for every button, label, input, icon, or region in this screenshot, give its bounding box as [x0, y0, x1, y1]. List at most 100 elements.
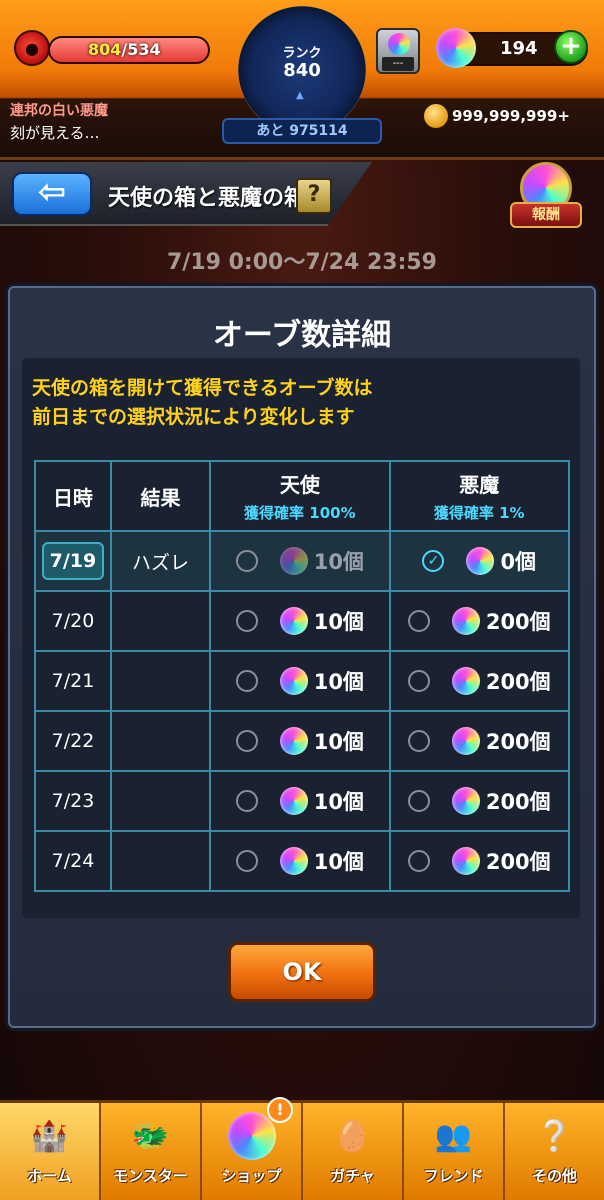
table-row: 7/20 10個 200個: [34, 590, 570, 652]
header-angel: 天使獲得確率 100%: [209, 460, 391, 532]
notice-line-2: 前日までの選択状況により変化します: [32, 406, 355, 428]
radio-unchecked-icon[interactable]: [407, 610, 430, 632]
lock-label: ---: [382, 57, 414, 71]
radio-checked-icon[interactable]: ✓: [422, 550, 445, 572]
angel-amount: 10個: [313, 850, 364, 874]
coin-count: 999,999,999+: [452, 107, 570, 125]
angel-option[interactable]: 10個: [209, 830, 391, 892]
orb-count: 194: [500, 38, 538, 59]
stamina-text: 804/534: [88, 40, 161, 59]
row-result: [109, 770, 212, 832]
devil-option[interactable]: 200個: [388, 650, 570, 712]
stamina-icon: ●: [14, 30, 50, 66]
exp-to-next-rank: あと 975114: [222, 118, 382, 144]
angel-option[interactable]: 10個: [209, 530, 391, 592]
nav-monster-label: モンスター: [113, 1167, 188, 1185]
devil-amount: 200個: [485, 730, 551, 754]
orb-icon: [451, 667, 480, 695]
angel-amount: 10個: [313, 670, 364, 694]
angel-amount: 10個: [313, 730, 364, 754]
orb-icon: [451, 607, 480, 635]
nav-gacha[interactable]: 🥚 ガチャ: [303, 1103, 404, 1200]
row-result: [109, 830, 212, 892]
nav-other[interactable]: ❔ その他: [505, 1103, 604, 1200]
angel-option[interactable]: 10個: [209, 770, 391, 832]
nav-monster[interactable]: 🐲 モンスター: [101, 1103, 202, 1200]
angel-option[interactable]: 10個: [209, 650, 391, 712]
user-name: 連邦の白い悪魔: [10, 103, 108, 119]
table-row: 7/23 10個 200個: [34, 770, 570, 832]
orb-icon: [451, 847, 480, 875]
row-date: 7/20: [34, 590, 112, 652]
nav-shop-label: ショップ: [221, 1167, 282, 1185]
radio-unchecked-icon[interactable]: [235, 850, 258, 872]
devil-option[interactable]: 200個: [388, 710, 570, 772]
devil-amount: 200個: [485, 670, 551, 694]
devil-label: 悪魔: [459, 473, 500, 497]
notice-line-1: 天使の箱を開けて獲得できるオーブ数は: [32, 377, 373, 399]
devil-option[interactable]: ✓ 0個: [388, 530, 570, 592]
nav-shop[interactable]: ! ショップ: [202, 1097, 303, 1200]
row-date: 7/22: [34, 710, 112, 772]
dialog-title: オーブ数詳細: [212, 318, 392, 353]
reward-button[interactable]: 報酬: [510, 202, 582, 228]
radio-unchecked-icon[interactable]: [407, 730, 430, 752]
nav-friend-label: フレンド: [423, 1167, 484, 1185]
devil-rate: 獲得確率 1%: [433, 504, 525, 522]
coin-icon: [424, 104, 448, 128]
table-row: 7/24 10個 200個: [34, 830, 570, 892]
table-row: 7/21 10個 200個: [34, 650, 570, 712]
rank-label: ランク: [282, 46, 322, 61]
row-date: 7/24: [34, 830, 112, 892]
angel-amount: 10個: [313, 610, 364, 634]
ok-button[interactable]: OK: [228, 942, 376, 1002]
angel-option[interactable]: 10個: [209, 710, 391, 772]
nav-home[interactable]: 🏰 ホーム: [0, 1103, 101, 1200]
radio-unchecked-icon[interactable]: [407, 670, 430, 692]
row-result: ハズレ: [109, 530, 212, 592]
buy-orbs-button[interactable]: +: [554, 30, 588, 64]
radio-unchecked-icon[interactable]: [235, 790, 258, 812]
angel-option[interactable]: 10個: [209, 590, 391, 652]
orb-icon: [466, 547, 495, 575]
radio-unchecked-icon[interactable]: [235, 550, 258, 572]
angel-amount: 10個: [313, 550, 364, 574]
orb-icon: [279, 607, 308, 635]
devil-amount: 200個: [485, 610, 551, 634]
header-devil: 悪魔獲得確率 1%: [388, 460, 570, 532]
radio-unchecked-icon[interactable]: [407, 790, 430, 812]
devil-amount: 200個: [485, 790, 551, 814]
orb-icon: [451, 787, 480, 815]
devil-option[interactable]: 200個: [388, 770, 570, 832]
nav-friend[interactable]: 👥 フレンド: [404, 1103, 505, 1200]
help-button[interactable]: ?: [296, 178, 332, 214]
angel-label: 天使: [279, 473, 320, 497]
orb-icon: [436, 28, 476, 68]
nav-other-label: その他: [531, 1167, 577, 1185]
row-date: 7/21: [34, 650, 112, 712]
orb-icon: [279, 727, 308, 755]
stamina-current: 804: [88, 40, 122, 59]
orb-lock-button[interactable]: ---: [376, 28, 420, 74]
angel-rate: 獲得確率 100%: [244, 504, 356, 522]
radio-unchecked-icon[interactable]: [235, 670, 258, 692]
rank-value: 840: [283, 60, 321, 81]
devil-amount: 0個: [500, 550, 537, 574]
user-message: 刻が見える…: [10, 124, 100, 142]
back-button[interactable]: ⇦: [12, 172, 92, 216]
bottom-nav: 🏰 ホーム 🐲 モンスター ! ショップ 🥚 ガチャ 👥 フレンド ❔ その他: [0, 1097, 604, 1200]
devil-option[interactable]: 200個: [388, 830, 570, 892]
egg-icon: 🥚: [333, 1118, 372, 1154]
orb-icon: [451, 727, 480, 755]
row-result: [109, 650, 212, 712]
devil-option[interactable]: 200個: [388, 590, 570, 652]
orb-shape: [227, 1112, 276, 1160]
event-period: 7/19 0:00〜7/24 23:59: [167, 250, 437, 275]
dragon-icon: 🐲: [131, 1118, 170, 1154]
dialog-notice: 天使の箱を開けて獲得できるオーブ数は 前日までの選択状況により変化します: [32, 374, 572, 432]
orb-icon: [279, 847, 308, 875]
radio-unchecked-icon[interactable]: [407, 850, 430, 872]
current-date-pill: 7/19: [41, 542, 105, 580]
radio-unchecked-icon[interactable]: [235, 730, 258, 752]
radio-unchecked-icon[interactable]: [235, 610, 258, 632]
